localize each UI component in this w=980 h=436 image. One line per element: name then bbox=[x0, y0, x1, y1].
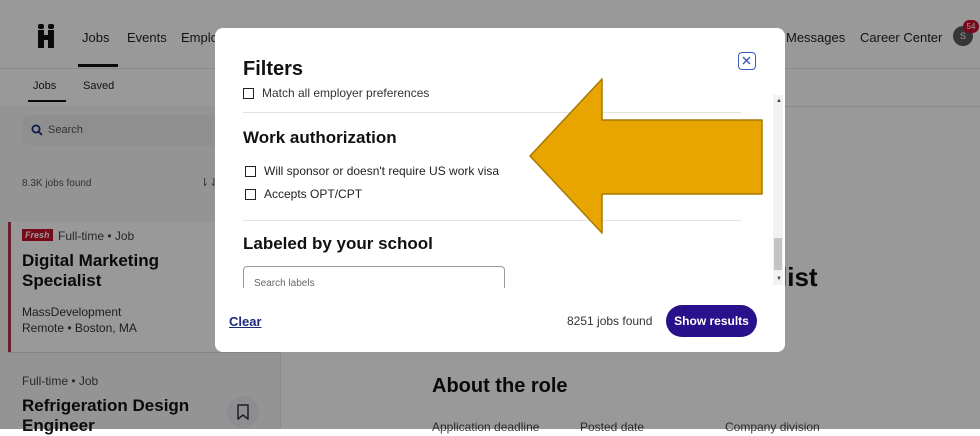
labeled-by-school-heading: Labeled by your school bbox=[243, 234, 433, 253]
annotation-arrow-icon bbox=[529, 78, 763, 234]
filter-option-label: Match all employer preferences bbox=[262, 88, 430, 100]
filter-option-match-all[interactable]: Match all employer preferences bbox=[243, 88, 429, 100]
filter-option-label: Will sponsor or doesn't require US work … bbox=[264, 164, 500, 178]
work-authorization-heading: Work authorization bbox=[243, 128, 397, 147]
scroll-down-arrow-icon[interactable]: ▼ bbox=[776, 276, 782, 282]
search-labels-input[interactable]: Search labels bbox=[243, 266, 505, 288]
close-button[interactable] bbox=[738, 52, 756, 70]
modal-footer: Clear 8251 jobs found Show results bbox=[215, 288, 785, 352]
checkbox[interactable] bbox=[243, 88, 254, 100]
filter-option-opt-cpt[interactable]: Accepts OPT/CPT bbox=[245, 187, 362, 201]
checkbox[interactable] bbox=[245, 189, 256, 201]
checkbox[interactable] bbox=[245, 166, 256, 178]
modal-title: Filters bbox=[243, 58, 304, 80]
scrollbar-thumb[interactable] bbox=[774, 238, 782, 270]
filter-option-sponsor-visa[interactable]: Will sponsor or doesn't require US work … bbox=[245, 164, 499, 178]
jobs-found-text: 8251 jobs found bbox=[567, 314, 653, 328]
clear-link[interactable]: Clear bbox=[229, 314, 262, 329]
filter-option-label: Accepts OPT/CPT bbox=[264, 187, 363, 201]
show-results-button[interactable]: Show results bbox=[666, 305, 757, 337]
scroll-up-arrow-icon[interactable]: ▲ bbox=[776, 98, 782, 104]
close-icon bbox=[742, 56, 751, 65]
search-labels-placeholder: Search labels bbox=[254, 278, 315, 288]
